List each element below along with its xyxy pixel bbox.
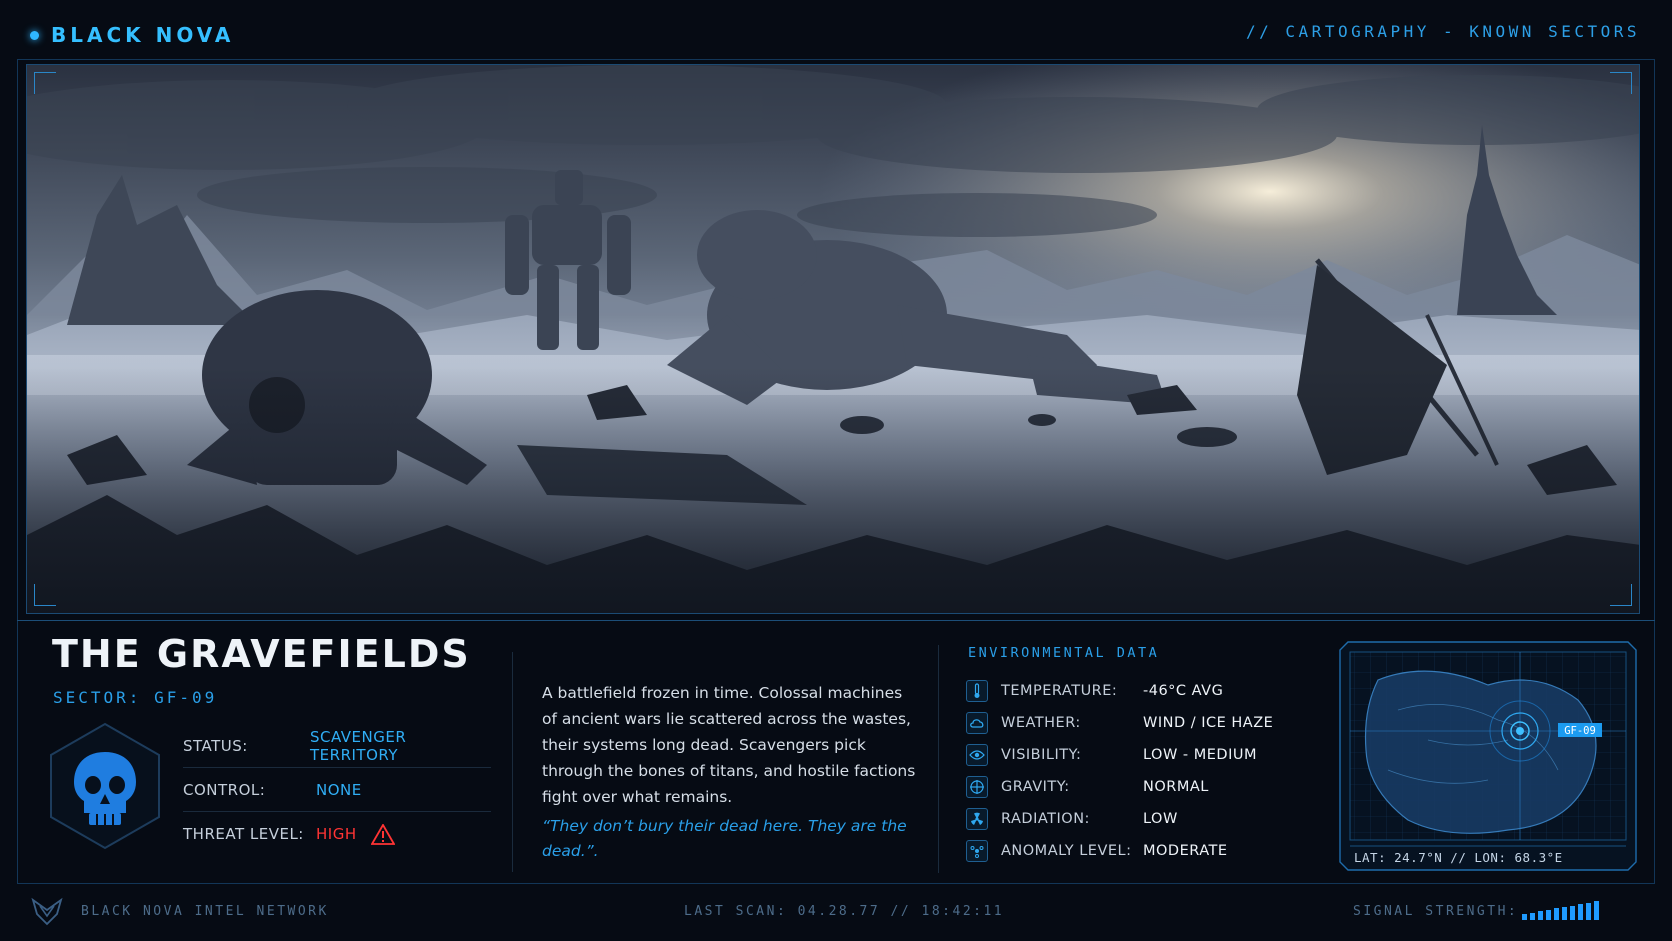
env-row-radiation: RADIATION: LOW xyxy=(966,803,1286,835)
landscape-illustration xyxy=(27,65,1639,613)
marker-label: GF-09 xyxy=(1564,725,1596,737)
faction-emblem xyxy=(50,722,160,850)
column-divider xyxy=(512,652,513,872)
env-value: MODERATE xyxy=(1143,843,1228,859)
stat-row-threat: THREAT LEVEL: HIGH xyxy=(183,812,491,856)
env-value: WIND / ICE HAZE xyxy=(1143,715,1274,731)
column-divider xyxy=(938,645,939,873)
signal-bar xyxy=(1530,912,1535,920)
signal-bar xyxy=(1570,905,1575,920)
frame-corner xyxy=(34,584,56,606)
location-description: A battlefield frozen in time. Colossal m… xyxy=(542,684,916,806)
env-label: TEMPERATURE: xyxy=(1001,683,1118,699)
signal-bar xyxy=(1546,909,1551,920)
network-logo-icon xyxy=(31,897,63,926)
env-value: LOW - MEDIUM xyxy=(1143,747,1257,763)
last-scan-timestamp: LAST SCAN: 04.28.77 // 18:42:11 xyxy=(684,904,1005,919)
stat-value: SCAVENGER TERRITORY xyxy=(310,727,407,764)
env-value: LOW xyxy=(1143,811,1178,827)
frame-corner xyxy=(34,72,56,94)
env-label: ANOMALY LEVEL: xyxy=(1001,843,1132,859)
gravity-icon xyxy=(966,776,988,798)
cloud-icon xyxy=(966,712,988,734)
signal-strength-meter xyxy=(1522,900,1599,920)
eye-icon xyxy=(966,744,988,766)
env-row-gravity: GRAVITY: NORMAL xyxy=(966,771,1286,803)
brand-name: BLACK NOVA xyxy=(51,23,235,47)
env-label: GRAVITY: xyxy=(1001,779,1070,795)
environmental-data-list: TEMPERATURE: -46°C AVG WEATHER: WIND / I… xyxy=(966,675,1286,867)
env-value: -46°C AVG xyxy=(1143,683,1224,699)
stat-label: THREAT LEVEL: xyxy=(183,825,304,843)
status-table: STATUS: SCAVENGER TERRITORY CONTROL: NON… xyxy=(183,724,491,856)
frame-corner xyxy=(1610,72,1632,94)
env-row-temperature: TEMPERATURE: -46°C AVG xyxy=(966,675,1286,707)
location-title: THE GRAVEFIELDS xyxy=(52,632,471,676)
signal-bar xyxy=(1522,914,1527,920)
sector-code: SECTOR: GF-09 xyxy=(53,688,218,707)
env-label: WEATHER: xyxy=(1001,715,1081,731)
signal-bar xyxy=(1586,902,1591,920)
stat-label: CONTROL: xyxy=(183,780,266,799)
signal-bar xyxy=(1578,904,1583,920)
signal-strength-label: SIGNAL STRENGTH: xyxy=(1353,904,1519,919)
breadcrumb: // CARTOGRAPHY - KNOWN SECTORS xyxy=(1246,22,1640,41)
footer-network-name: BLACK NOVA INTEL NETWORK xyxy=(81,904,329,919)
minimap-coordinates: LAT: 24.7°N // LON: 68.3°E xyxy=(1354,850,1563,865)
env-label: RADIATION: xyxy=(1001,811,1090,827)
signal-bar xyxy=(1594,901,1599,920)
stat-label: STATUS: xyxy=(183,736,248,755)
signal-bar xyxy=(1538,911,1543,920)
threat-level-text: HIGH xyxy=(316,825,357,843)
stat-value: NONE xyxy=(316,780,362,799)
radiation-icon xyxy=(966,808,988,830)
env-value: NORMAL xyxy=(1143,779,1209,795)
panel-divider xyxy=(17,620,1655,621)
env-row-weather: WEATHER: WIND / ICE HAZE xyxy=(966,707,1286,739)
stat-row-control: CONTROL: NONE xyxy=(183,768,491,812)
environmental-data-title: ENVIRONMENTAL DATA xyxy=(968,645,1160,661)
location-quote: “They don’t bury their dead here. They a… xyxy=(542,817,907,860)
signal-bar xyxy=(1554,908,1559,920)
warning-icon xyxy=(370,823,395,845)
env-row-anomaly: ANOMALY LEVEL: MODERATE xyxy=(966,835,1286,867)
env-label: VISIBILITY: xyxy=(1001,747,1082,763)
env-row-visibility: VISIBILITY: LOW - MEDIUM xyxy=(966,739,1286,771)
location-marker-icon xyxy=(1516,727,1524,735)
location-scene-image xyxy=(26,64,1640,614)
brand[interactable]: BLACK NOVA xyxy=(30,20,234,50)
frame-corner xyxy=(1610,584,1632,606)
threat-value: HIGH xyxy=(316,823,395,845)
anomaly-icon xyxy=(966,840,988,862)
sector-minimap[interactable]: GF-09 xyxy=(1338,640,1638,872)
stat-row-status: STATUS: SCAVENGER TERRITORY xyxy=(183,724,491,768)
thermometer-icon xyxy=(966,680,988,702)
signal-bar xyxy=(1562,907,1567,920)
status-dot-icon xyxy=(30,30,39,40)
